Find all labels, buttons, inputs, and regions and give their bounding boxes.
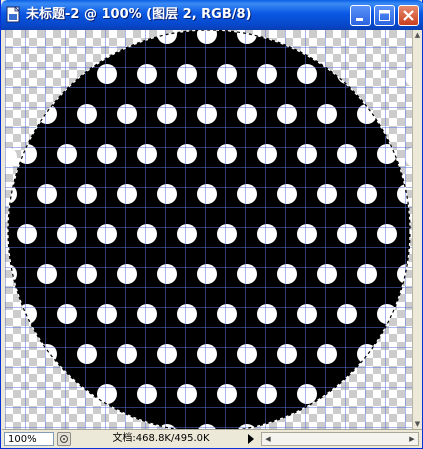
minimize-button[interactable] bbox=[350, 5, 371, 26]
maximize-button[interactable] bbox=[374, 5, 395, 26]
status-info-button[interactable] bbox=[57, 432, 71, 446]
photoshop-document-icon bbox=[6, 6, 20, 23]
zoom-level-field[interactable]: 100% bbox=[4, 432, 54, 446]
scroll-right-icon[interactable]: ▶ bbox=[406, 433, 418, 445]
document-canvas[interactable] bbox=[5, 30, 412, 429]
info-menu-icon bbox=[60, 435, 68, 443]
vertical-scrollbar[interactable]: ▲ ▼ bbox=[412, 30, 422, 429]
scroll-left-icon[interactable]: ◀ bbox=[262, 433, 274, 445]
horizontal-scrollbar[interactable]: ◀ ▶ bbox=[261, 432, 419, 446]
scroll-up-icon[interactable]: ▲ bbox=[413, 30, 422, 40]
canvas-artwork[interactable] bbox=[5, 30, 412, 429]
scroll-down-icon[interactable]: ▼ bbox=[413, 419, 422, 429]
title-bar[interactable]: 未标题-2 @ 100% (图层 2, RGB/8) bbox=[1, 0, 423, 30]
minimize-icon bbox=[356, 18, 363, 21]
close-button[interactable] bbox=[398, 5, 419, 26]
status-bar: 100% 文档:468.8K/495.0K ◀ ▶ bbox=[2, 429, 422, 448]
maximize-icon bbox=[379, 10, 390, 21]
status-menu-arrow-icon[interactable] bbox=[247, 433, 255, 445]
window-title: 未标题-2 @ 100% (图层 2, RGB/8) bbox=[26, 7, 252, 22]
close-icon bbox=[403, 10, 414, 21]
document-size-info: 文档:468.8K/495.0K bbox=[112, 433, 210, 444]
document-window: 未标题-2 @ 100% (图层 2, RGB/8) ▲ ▼ 100% 文档:4… bbox=[0, 0, 423, 449]
